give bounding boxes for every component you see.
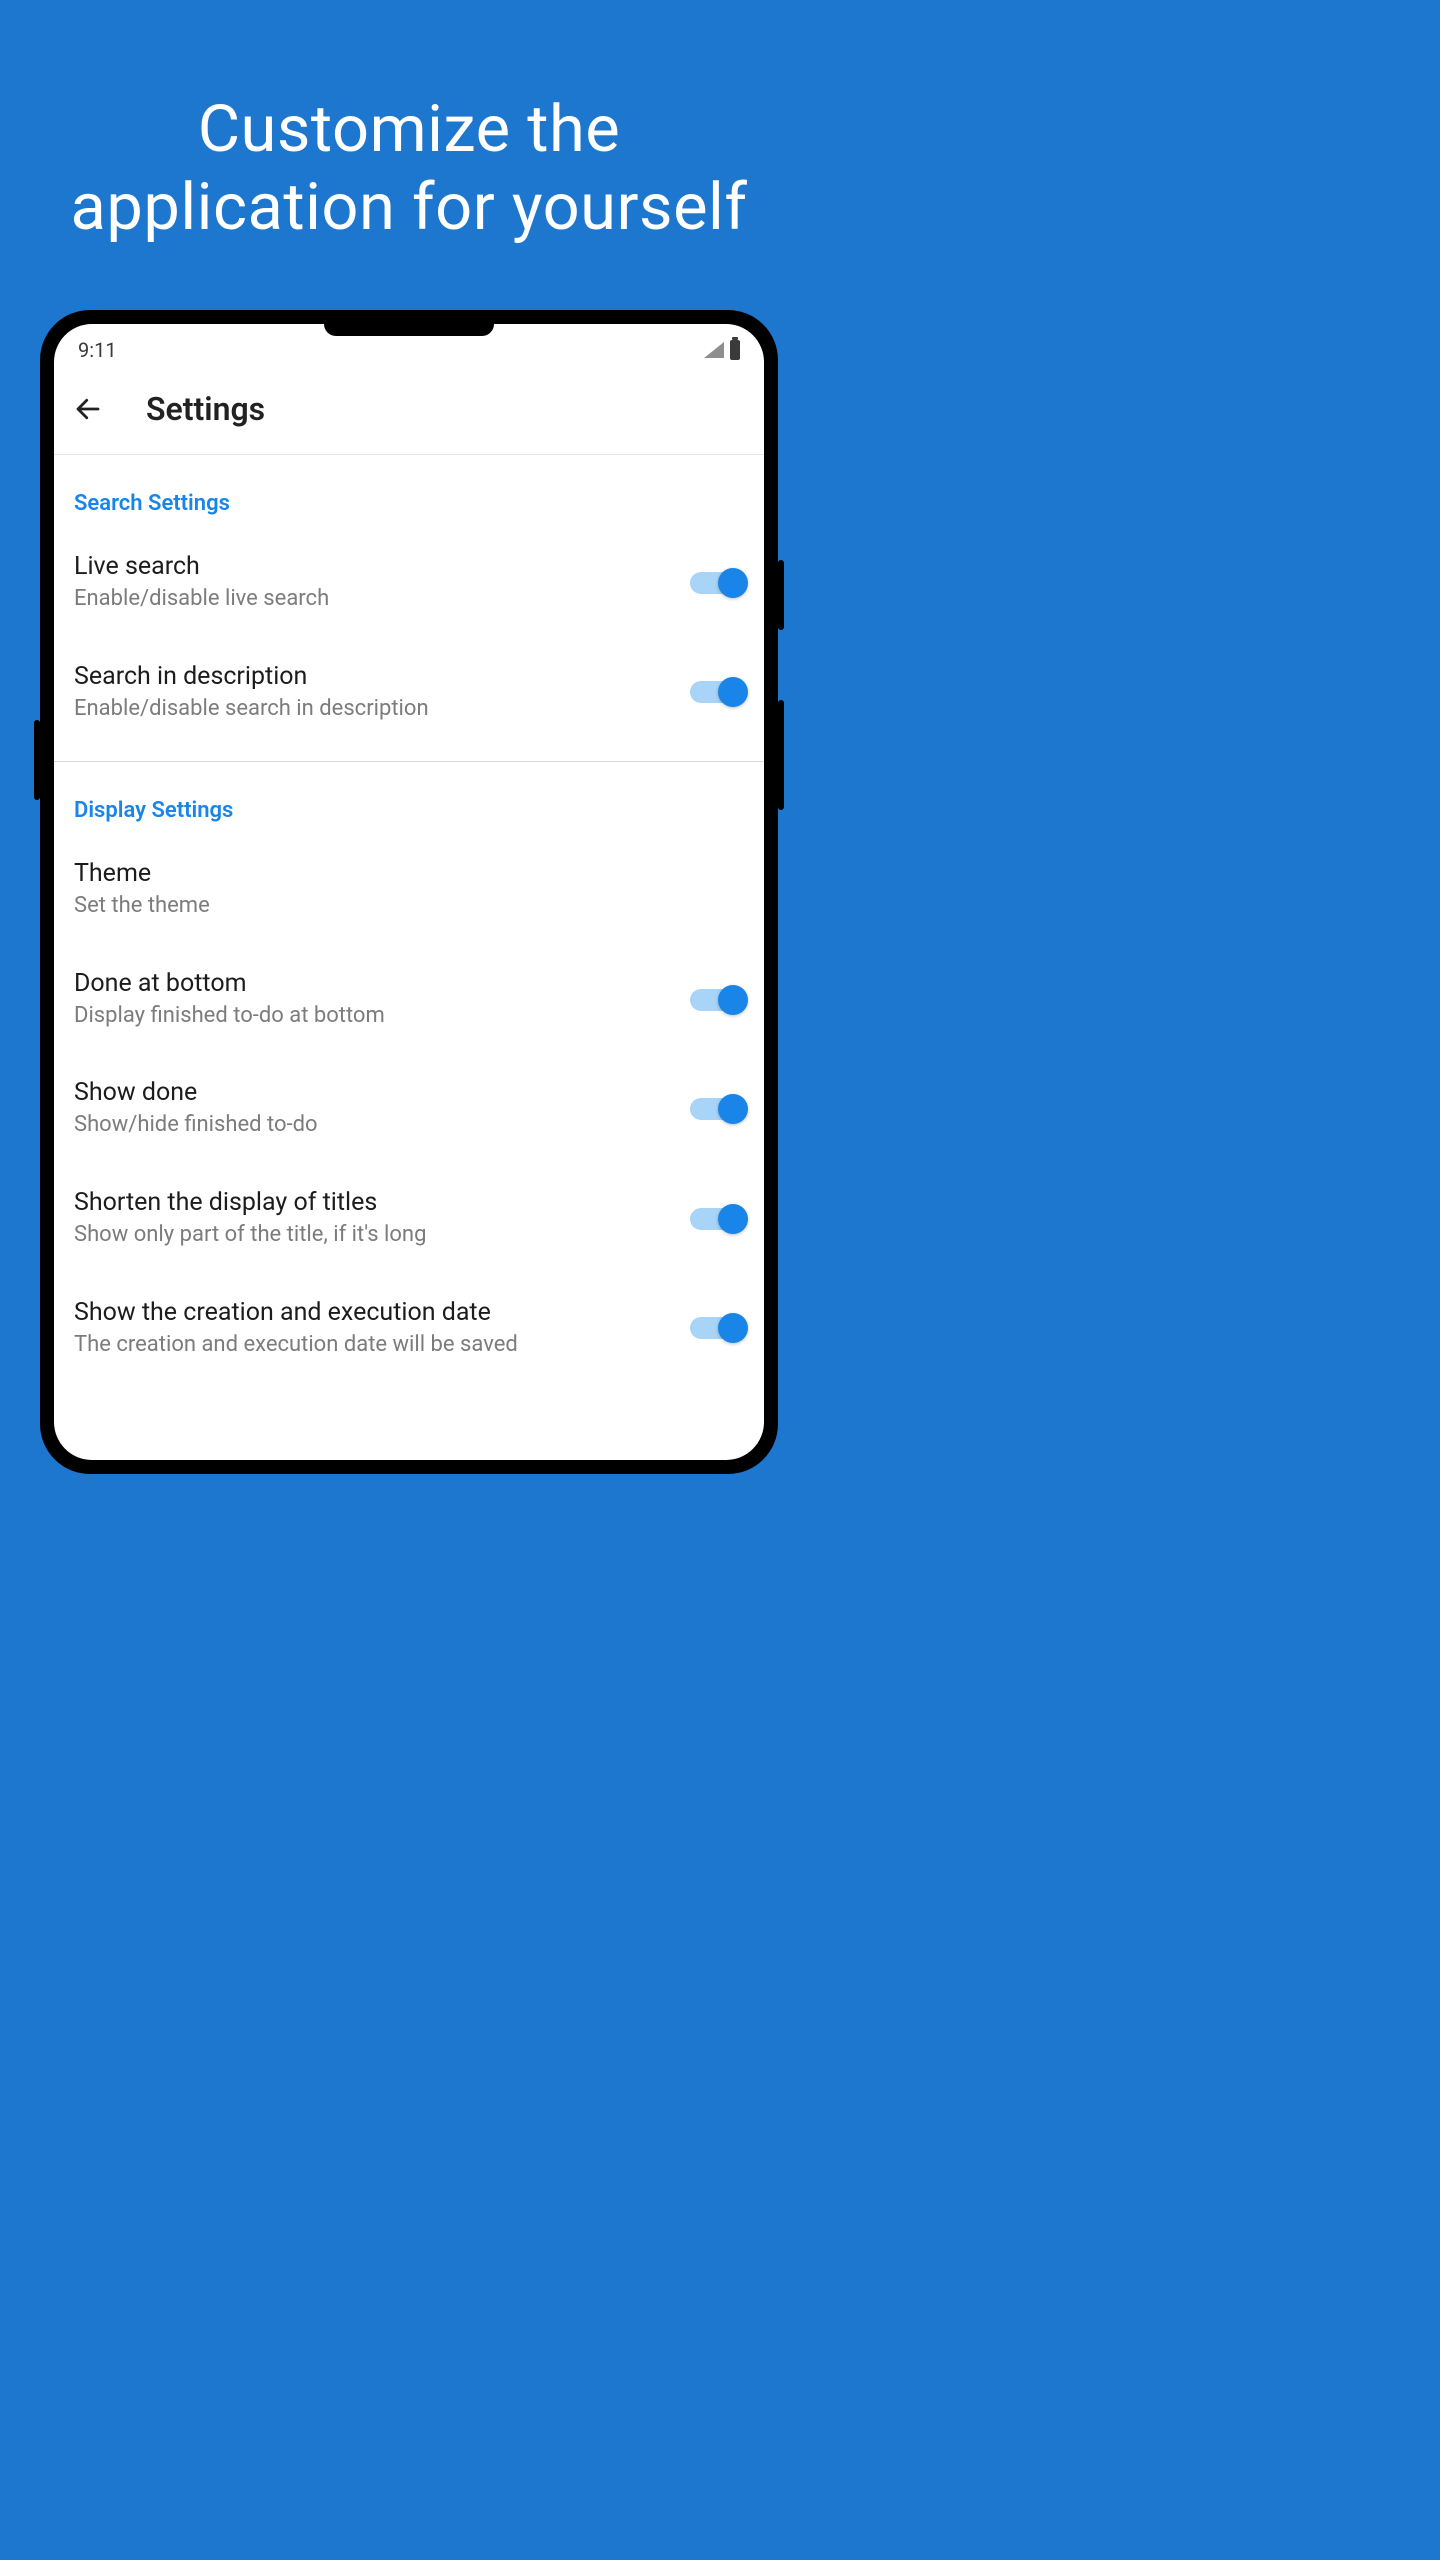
battery-icon	[730, 340, 740, 360]
settings-list: Search Settings Live search Enable/disab…	[54, 455, 764, 1383]
setting-text: Show the creation and execution date The…	[74, 1298, 690, 1360]
toggle-done-bottom[interactable]	[690, 989, 744, 1011]
phone-side-button-right-1	[778, 560, 784, 630]
setting-creation-date[interactable]: Show the creation and execution date The…	[54, 1274, 764, 1384]
setting-title: Theme	[74, 859, 724, 888]
app-bar: Settings	[54, 368, 764, 455]
setting-subtitle: Show/hide finished to-do	[74, 1111, 670, 1140]
setting-live-search[interactable]: Live search Enable/disable live search	[54, 528, 764, 638]
setting-text: Search in description Enable/disable sea…	[74, 662, 690, 724]
setting-theme[interactable]: Theme Set the theme	[54, 835, 764, 945]
setting-done-bottom[interactable]: Done at bottom Display finished to-do at…	[54, 945, 764, 1055]
toggle-creation-date[interactable]	[690, 1317, 744, 1339]
arrow-left-icon	[73, 394, 103, 424]
setting-title: Live search	[74, 552, 670, 581]
signal-icon	[704, 342, 724, 358]
phone-screen: 9:11 Settings Search Settings Live searc…	[54, 324, 764, 1460]
phone-side-button-right-2	[778, 700, 784, 810]
setting-text: Done at bottom Display finished to-do at…	[74, 969, 690, 1031]
back-button[interactable]	[72, 393, 104, 425]
toggle-show-done[interactable]	[690, 1098, 744, 1120]
setting-title: Show the creation and execution date	[74, 1298, 670, 1327]
toggle-shorten-titles[interactable]	[690, 1208, 744, 1230]
promo-headline: Customize the application for yourself	[0, 0, 818, 246]
status-icons	[704, 340, 740, 360]
section-header-search: Search Settings	[54, 455, 764, 528]
setting-shorten-titles[interactable]: Shorten the display of titles Show only …	[54, 1164, 764, 1274]
setting-text: Theme Set the theme	[74, 859, 744, 921]
section-header-display: Display Settings	[54, 762, 764, 835]
setting-text: Live search Enable/disable live search	[74, 552, 690, 614]
setting-text: Show done Show/hide finished to-do	[74, 1078, 690, 1140]
setting-subtitle: Set the theme	[74, 892, 724, 921]
setting-subtitle: Show only part of the title, if it's lon…	[74, 1221, 670, 1250]
toggle-search-description[interactable]	[690, 681, 744, 703]
setting-subtitle: Enable/disable search in description	[74, 695, 670, 724]
setting-subtitle: Display finished to-do at bottom	[74, 1002, 670, 1031]
setting-subtitle: The creation and execution date will be …	[74, 1331, 670, 1360]
setting-subtitle: Enable/disable live search	[74, 585, 670, 614]
page-title: Settings	[146, 390, 265, 428]
setting-title: Search in description	[74, 662, 670, 691]
setting-title: Shorten the display of titles	[74, 1188, 670, 1217]
setting-search-description[interactable]: Search in description Enable/disable sea…	[54, 638, 764, 748]
setting-title: Done at bottom	[74, 969, 670, 998]
setting-title: Show done	[74, 1078, 670, 1107]
phone-frame: 9:11 Settings Search Settings Live searc…	[40, 310, 778, 1474]
toggle-live-search[interactable]	[690, 572, 744, 594]
setting-show-done[interactable]: Show done Show/hide finished to-do	[54, 1054, 764, 1164]
status-time: 9:11	[78, 338, 117, 362]
setting-text: Shorten the display of titles Show only …	[74, 1188, 690, 1250]
phone-notch	[324, 324, 494, 336]
